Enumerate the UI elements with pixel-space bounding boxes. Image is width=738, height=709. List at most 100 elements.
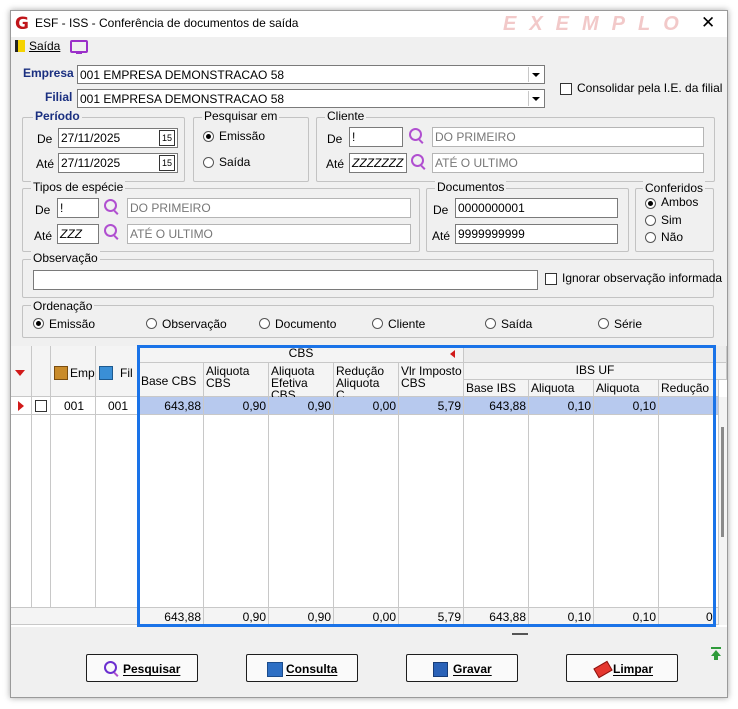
tipos-ate-value: ZZZ (60, 227, 82, 241)
search-icon[interactable] (104, 199, 117, 212)
data-grid[interactable]: Emp Fil CBS IBS UF Base CBS Aliquota CBS… (11, 345, 727, 627)
periodo-de-input[interactable]: 27/11/2025 15 (58, 128, 178, 148)
emp-header-label: Emp (70, 366, 95, 380)
main-window: G ESF - ISS - Conferência de documentos … (10, 10, 728, 698)
consulta-button[interactable]: Consulta (246, 654, 358, 682)
current-row-icon (18, 401, 24, 411)
periodo-ate-value: 27/11/2025 (61, 156, 121, 170)
filial-select[interactable]: 001 EMPRESA DEMONSTRACAO 58 (77, 89, 545, 108)
cell-text: 001 (64, 399, 85, 413)
monitor-icon[interactable] (70, 40, 88, 54)
pesquisar-em-title: Pesquisar em (202, 109, 280, 123)
search-icon[interactable] (104, 224, 117, 237)
scroll-top-stem (714, 655, 718, 660)
conferidos-nao-radio[interactable] (645, 232, 656, 243)
pesquisar-emissao-radio[interactable] (203, 131, 214, 142)
cliente-de-desc: DO PRIMEIRO (432, 127, 704, 147)
check-header (32, 346, 51, 397)
ignorar-observacao-label: Ignorar observação informada (562, 271, 723, 285)
search-icon (104, 661, 117, 674)
cliente-ate-label: Até (326, 157, 345, 171)
calendar-icon[interactable]: 15 (159, 130, 175, 146)
pesquisar-saida-radio[interactable] (203, 157, 214, 168)
empresa-select[interactable]: 001 EMPRESA DEMONSTRACAO 58 (77, 65, 545, 84)
table-cell-fil[interactable]: 001 (96, 397, 138, 415)
splitter-handle[interactable] (512, 633, 528, 635)
scroll-top-bar (711, 647, 721, 649)
sort-down-icon (15, 370, 25, 376)
search-icon[interactable] (409, 128, 422, 141)
limpar-label: Limpar (613, 662, 654, 676)
eraser-icon (593, 660, 613, 679)
row-checkbox[interactable] (35, 400, 47, 412)
periodo-ate-input[interactable]: 27/11/2025 15 (58, 153, 178, 173)
consolidar-checkbox[interactable] (560, 83, 572, 95)
chevron-down-icon[interactable] (528, 91, 543, 106)
table-cell-emp[interactable]: 001 (51, 397, 96, 415)
ordenacao-observacao-radio[interactable] (146, 318, 157, 329)
chevron-down-icon[interactable] (528, 67, 543, 82)
search-icon[interactable] (411, 154, 424, 167)
tipos-de-label: De (35, 203, 51, 217)
tipos-ate-input[interactable]: ZZZ (57, 224, 99, 244)
scrollbar-thumb[interactable] (721, 427, 724, 537)
ordenacao-emissao-radio[interactable] (33, 318, 44, 329)
tipos-de-input[interactable]: ! (57, 198, 99, 218)
ordenacao-cliente-label: Cliente (388, 317, 426, 331)
tipos-de-value: ! (60, 201, 64, 215)
vertical-scrollbar[interactable] (719, 397, 727, 625)
documentos-ate-value: 9999999999 (458, 227, 525, 241)
tipos-ate-desc-text: ATÉ O ULTIMO (130, 227, 213, 241)
limpar-button[interactable]: Limpar (566, 654, 678, 682)
cliente-ate-value: ZZZZZZZ (352, 156, 404, 170)
calendar-icon[interactable]: 15 (159, 155, 175, 171)
fil-header[interactable]: Fil (96, 346, 138, 397)
consulta-label: Consulta (286, 662, 338, 676)
cliente-de-label: De (327, 132, 343, 146)
ignorar-observacao-checkbox[interactable] (545, 273, 557, 285)
scroll-top-icon[interactable] (711, 647, 721, 661)
pesquisar-em-group (193, 117, 309, 182)
conferidos-title: Conferidos (643, 181, 706, 195)
highlight-box (137, 345, 716, 627)
empty-column (51, 415, 96, 607)
observacao-input[interactable] (33, 270, 538, 290)
documentos-de-input[interactable]: 0000000001 (455, 198, 618, 218)
tipos-ate-desc: ATÉ O ULTIMO (127, 224, 411, 244)
app-logo-icon: G (15, 14, 29, 34)
consolidar-label: Consolidar pela I.E. da filial (577, 81, 723, 95)
documentos-ate-input[interactable]: 9999999999 (455, 224, 618, 244)
ordenacao-documento-radio[interactable] (259, 318, 270, 329)
empresa-label: Empresa (23, 66, 74, 80)
ordenacao-serie-radio[interactable] (598, 318, 609, 329)
ordenacao-cliente-radio[interactable] (372, 318, 383, 329)
cliente-de-input[interactable]: ! (349, 127, 403, 147)
menu-saida[interactable]: Saída (29, 39, 60, 53)
documentos-ate-label: Até (432, 229, 451, 243)
tipos-de-desc: DO PRIMEIRO (127, 198, 411, 218)
gravar-button[interactable]: Gravar (406, 654, 518, 682)
conferidos-ambos-radio[interactable] (645, 198, 656, 209)
filial-value: 001 EMPRESA DEMONSTRACAO 58 (80, 92, 285, 106)
ordenacao-serie-label: Série (614, 317, 643, 331)
cliente-ate-input[interactable]: ZZZZZZZ (349, 153, 407, 173)
fil-header-label: Fil (120, 366, 133, 380)
ordenacao-group (22, 305, 714, 338)
row-check-cell[interactable] (32, 397, 51, 415)
gravar-label: Gravar (453, 662, 492, 676)
empresa-value: 001 EMPRESA DEMONSTRACAO 58 (80, 68, 285, 82)
row-indicator[interactable] (11, 397, 32, 415)
ordenacao-observacao-label: Observação (162, 317, 227, 331)
documentos-de-label: De (433, 203, 449, 217)
emp-header[interactable]: Emp (51, 346, 96, 397)
pesquisar-button[interactable]: Pesquisar (86, 654, 198, 682)
periodo-title: Período (33, 109, 82, 123)
close-button[interactable]: ✕ (701, 13, 715, 33)
empty-column (32, 415, 51, 607)
conferidos-sim-label: Sim (661, 213, 682, 227)
conferidos-sim-radio[interactable] (645, 215, 656, 226)
title-bar: G ESF - ISS - Conferência de documentos … (11, 11, 727, 37)
empty-column (11, 415, 32, 607)
periodo-de-label: De (37, 132, 53, 146)
ordenacao-saida-radio[interactable] (485, 318, 496, 329)
